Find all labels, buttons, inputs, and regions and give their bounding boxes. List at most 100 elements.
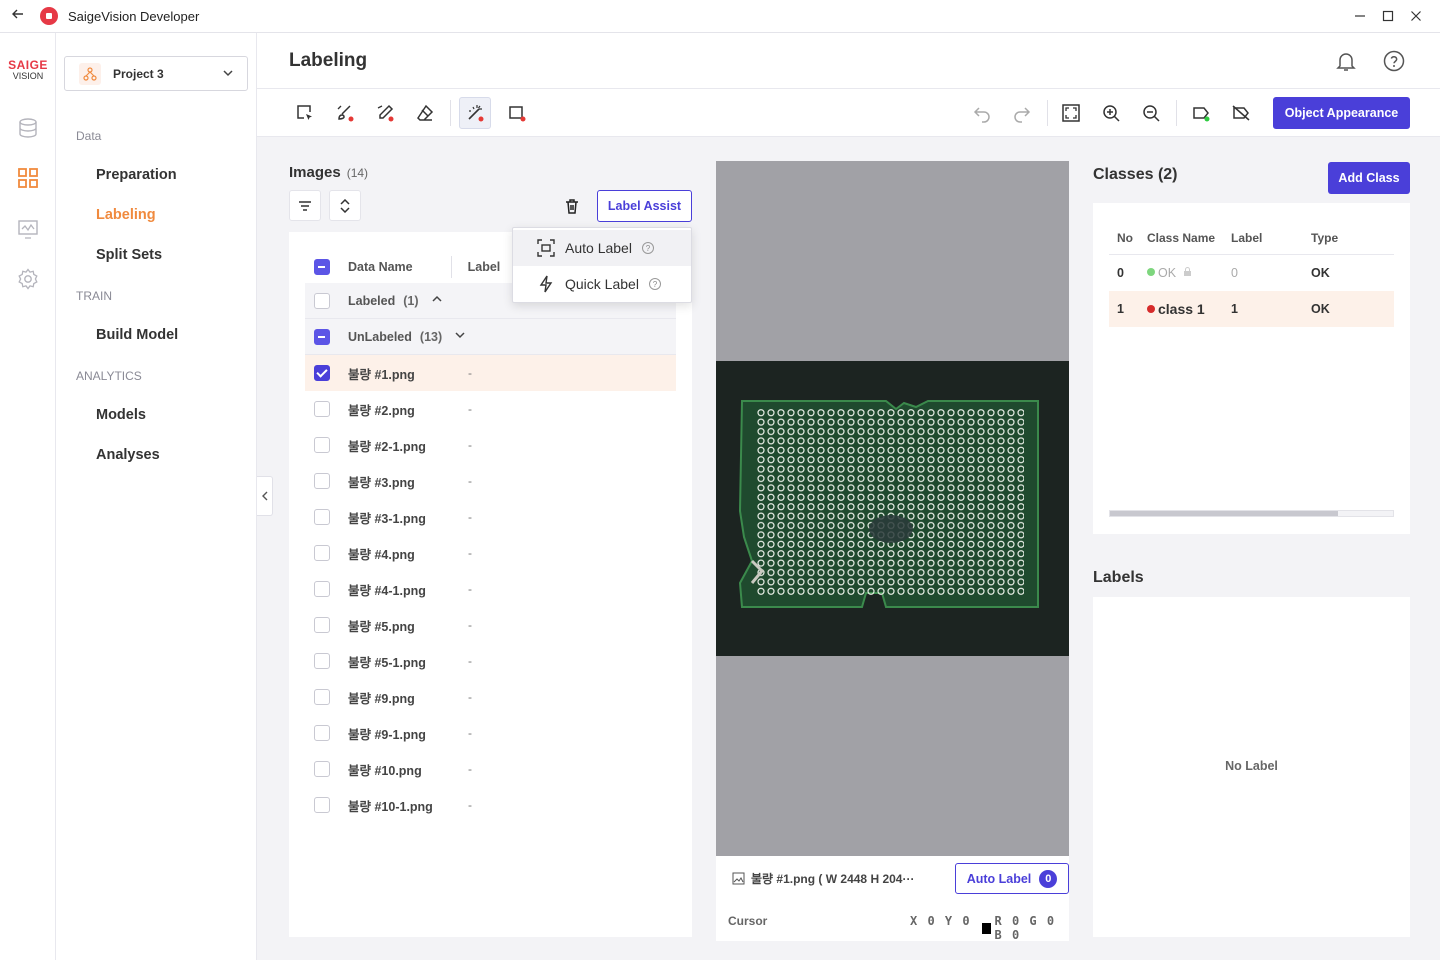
cursor-rgb: R 0 G 0 B 0	[982, 914, 1069, 942]
pen-tool-icon[interactable]	[369, 97, 401, 129]
toolbar-divider	[450, 100, 451, 126]
minimize-icon[interactable]	[1346, 9, 1374, 25]
group-count: (13)	[419, 329, 443, 344]
file-row[interactable]: 불량 #5-1.png -	[305, 643, 676, 679]
lightning-icon	[537, 275, 555, 293]
row-checkbox[interactable]	[314, 401, 330, 417]
help-icon[interactable]: ?	[641, 242, 654, 254]
menu-item-quick-label[interactable]: Quick Label ?	[513, 266, 691, 302]
monitor-icon[interactable]	[15, 216, 41, 242]
row-checkbox[interactable]	[314, 725, 330, 741]
settings-gear-icon[interactable]	[15, 266, 41, 292]
file-info: 불량 #1.png ( W 2448 H 204···	[732, 870, 914, 887]
horizontal-scrollbar[interactable]	[1109, 510, 1394, 517]
nav-item-analyses[interactable]: Analyses	[96, 447, 160, 463]
images-title: Images (14)	[289, 164, 369, 181]
class-label: 0	[1231, 266, 1238, 280]
row-checkbox[interactable]	[314, 365, 330, 381]
magic-wand-icon[interactable]	[459, 97, 491, 129]
eraser-icon[interactable]	[409, 97, 441, 129]
row-checkbox[interactable]	[314, 617, 330, 633]
group-checkbox[interactable]	[314, 292, 330, 309]
file-row[interactable]: 불량 #2.png -	[305, 391, 676, 427]
file-name: 불량 #10.png	[348, 763, 422, 778]
redo-icon[interactable]	[1006, 97, 1038, 129]
arrow-left-icon[interactable]	[8, 7, 28, 26]
row-checkbox[interactable]	[314, 509, 330, 525]
file-row[interactable]: 불량 #3.png -	[305, 463, 676, 499]
file-row[interactable]: 불량 #10.png -	[305, 751, 676, 787]
file-row[interactable]: 불량 #9.png -	[305, 679, 676, 715]
zoom-out-icon[interactable]	[1135, 97, 1167, 129]
help-icon[interactable]: ?	[648, 278, 661, 290]
label-assist-button[interactable]: Label Assist	[597, 190, 692, 222]
class-row-class-1[interactable]: 1 class 1 1 OK	[1109, 291, 1394, 327]
class-color-dot	[1147, 305, 1155, 313]
nav-item-preparation[interactable]: Preparation	[96, 167, 177, 183]
brush-tool-icon[interactable]	[329, 97, 361, 129]
menu-item-auto-label[interactable]: Auto Label ?	[513, 230, 691, 266]
column-header-label: Label	[1231, 231, 1263, 245]
scrollbar-thumb[interactable]	[1110, 511, 1338, 516]
filter-button[interactable]	[289, 190, 321, 221]
class-row-ok[interactable]: 0 OK 0 OK	[1109, 255, 1394, 291]
row-checkbox[interactable]	[314, 437, 330, 453]
file-row[interactable]: 불량 #9-1.png -	[305, 715, 676, 751]
maximize-icon[interactable]	[1374, 9, 1402, 25]
file-row[interactable]: 불량 #4.png -	[305, 535, 676, 571]
close-icon[interactable]	[1402, 9, 1430, 25]
nav-sidebar: Project 3 Data Preparation Labeling Spli…	[56, 33, 257, 960]
file-label: -	[468, 618, 472, 632]
class-name: OK	[1147, 266, 1192, 280]
label-assist-menu: Auto Label ? Quick Label ?	[512, 227, 692, 303]
project-selector[interactable]: Project 3	[64, 56, 248, 91]
row-checkbox[interactable]	[314, 797, 330, 813]
row-checkbox[interactable]	[314, 473, 330, 489]
file-row[interactable]: 불량 #10-1.png -	[305, 787, 676, 823]
fit-screen-icon[interactable]	[1055, 97, 1087, 129]
row-checkbox[interactable]	[314, 581, 330, 597]
file-row[interactable]: 불량 #5.png -	[305, 607, 676, 643]
file-label: -	[468, 474, 472, 488]
show-labels-icon[interactable]	[1185, 97, 1217, 129]
row-checkbox[interactable]	[314, 689, 330, 705]
chevron-up-icon[interactable]	[431, 292, 443, 310]
file-name: 불량 #9-1.png	[348, 727, 426, 742]
help-icon[interactable]	[1382, 49, 1406, 73]
row-checkbox[interactable]	[314, 761, 330, 777]
zoom-in-icon[interactable]	[1095, 97, 1127, 129]
file-row[interactable]: 불량 #3-1.png -	[305, 499, 676, 535]
chevron-down-icon[interactable]	[454, 328, 466, 346]
row-checkbox[interactable]	[314, 545, 330, 561]
nav-item-models[interactable]: Models	[96, 407, 146, 423]
sort-button[interactable]	[329, 190, 361, 221]
saige-vision-logo: SAIGE VISION	[8, 58, 48, 81]
title-bar: SaigeVision Developer	[0, 0, 1440, 33]
group-unlabeled[interactable]: UnLabeled (13)	[305, 319, 676, 355]
nav-item-labeling[interactable]: Labeling	[96, 207, 156, 223]
nav-item-build-model[interactable]: Build Model	[96, 327, 178, 343]
object-appearance-button[interactable]: Object Appearance	[1273, 97, 1410, 129]
file-row[interactable]: 불량 #4-1.png -	[305, 571, 676, 607]
database-icon[interactable]	[15, 115, 41, 141]
collapse-sidebar-button[interactable]	[257, 476, 273, 516]
select-all-checkbox[interactable]	[314, 258, 330, 275]
select-box-tool-icon[interactable]	[289, 97, 321, 129]
roi-box-icon[interactable]	[501, 97, 533, 129]
auto-label-icon	[537, 239, 555, 257]
pcb-image[interactable]	[716, 361, 1069, 656]
file-row[interactable]: 불량 #1.png -	[305, 355, 676, 391]
add-class-button[interactable]: Add Class	[1328, 162, 1410, 194]
trash-icon[interactable]	[558, 192, 586, 220]
nav-item-split-sets[interactable]: Split Sets	[96, 247, 162, 263]
auto-label-button[interactable]: Auto Label 0	[955, 863, 1069, 894]
undo-icon[interactable]	[966, 97, 998, 129]
bell-icon[interactable]	[1334, 49, 1358, 73]
hide-labels-icon[interactable]	[1225, 97, 1257, 129]
file-row[interactable]: 불량 #2-1.png -	[305, 427, 676, 463]
labeling-grid-icon[interactable]	[15, 165, 41, 191]
image-file-icon	[732, 872, 745, 885]
group-count: (1)	[403, 293, 419, 308]
row-checkbox[interactable]	[314, 653, 330, 669]
group-checkbox[interactable]	[314, 328, 330, 345]
